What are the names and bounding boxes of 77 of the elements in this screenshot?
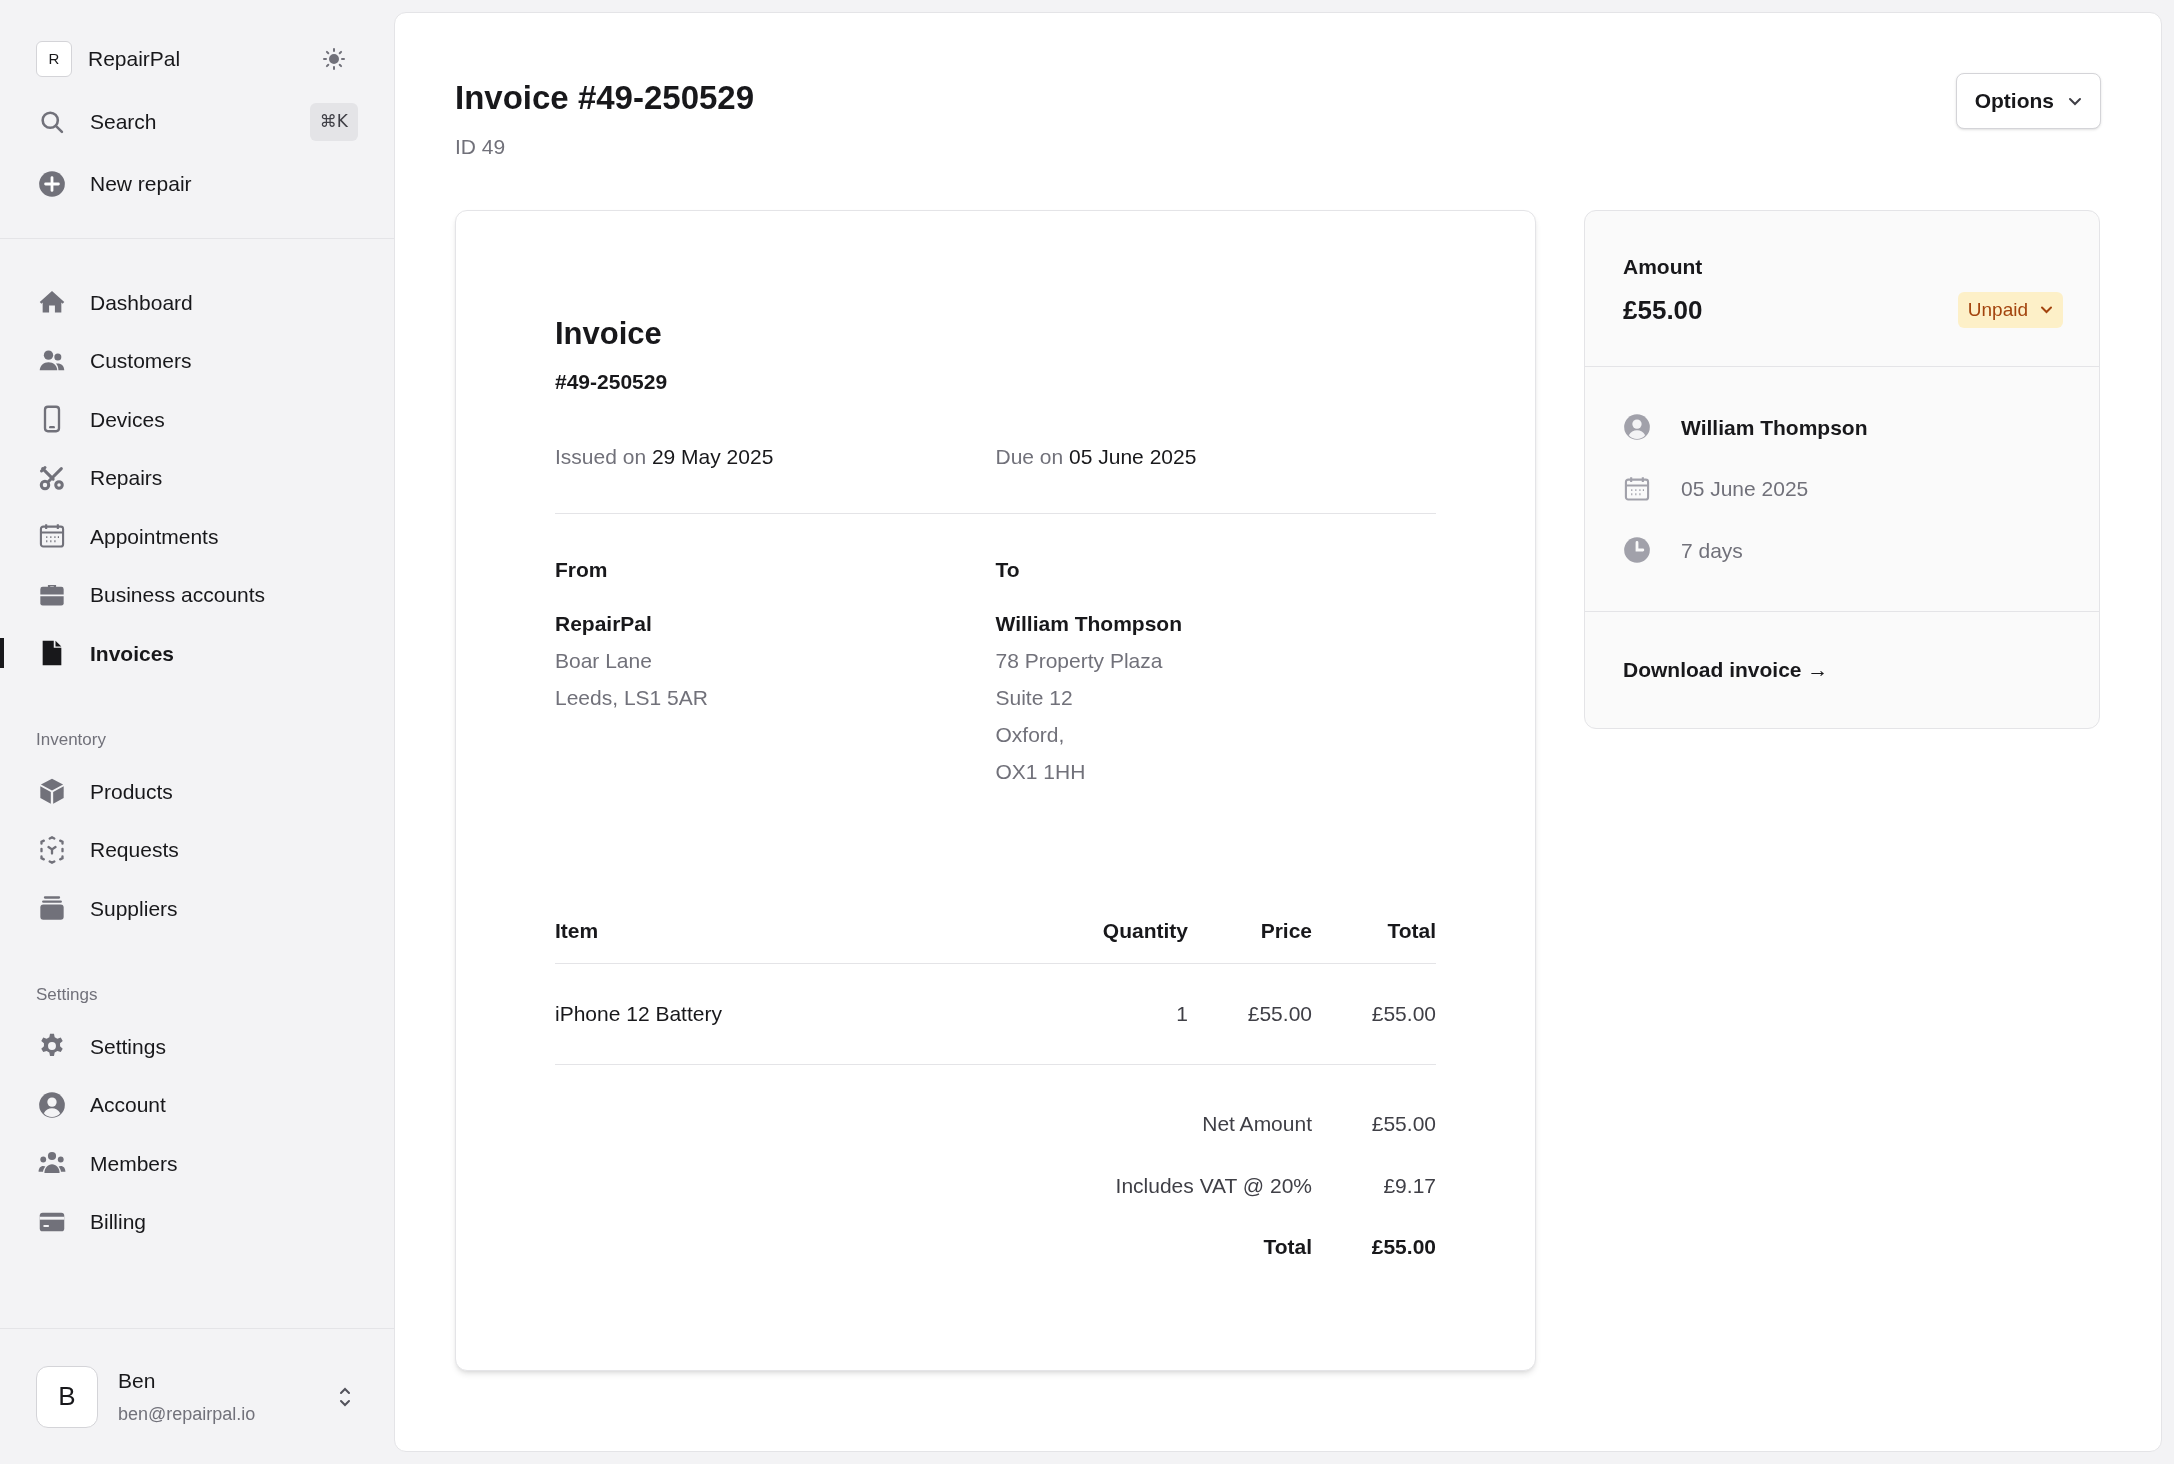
total-value: £55.00 [1370,1234,1436,1260]
to-label: To [995,556,1021,583]
address-line: Suite 12 [995,685,1074,711]
invoice-id: ID 49 [455,133,507,160]
column-header: Item [555,917,600,944]
user-circle-icon [38,1090,66,1119]
keyboard-shortcut: ⌘K [309,103,358,141]
calendar-icon [1623,474,1651,503]
theme-toggle-icon[interactable] [322,47,346,71]
user-name: Ben [118,1368,157,1395]
total-label: Total [1263,1234,1312,1260]
amount-label: Amount [1623,254,1704,280]
sidebar-item[interactable]: Invoices [36,624,358,683]
summary-label: Includes VAT @ 20% [1115,1172,1312,1199]
sidebar-item[interactable]: Repairs [36,448,358,507]
amount-value: £55.00 [1623,293,1703,327]
new-repair-item[interactable]: New repair [36,160,358,208]
due-date: Due on 05 June 2025 [995,444,1198,470]
address-line: Leeds, LS1 5AR [555,685,709,711]
column-header: Price [1259,917,1312,944]
download-invoice-link[interactable]: Download invoice → [1623,658,1829,681]
plus-circle-icon [38,170,66,198]
chevron-up-down-icon[interactable] [338,1385,352,1408]
user-circle-icon [1623,413,1651,442]
column-header: Total [1386,917,1436,944]
sidebar-item[interactable]: Account [36,1075,358,1134]
summary-value: £55.00 [1370,1111,1436,1137]
sidebar-item[interactable]: Devices [36,390,358,449]
sidebar-item[interactable]: Members [36,1134,358,1193]
user-avatar: B [36,1365,98,1428]
invoice-heading: Invoice [555,315,663,353]
sidebar-item[interactable]: Suppliers [36,879,358,938]
customer-name: William Thompson [1681,414,1868,441]
options-button[interactable]: Options [1955,73,2101,129]
column-header: Quantity [1101,917,1188,944]
calendar-icon [38,522,66,551]
stacked-trays-icon [38,894,66,923]
sidebar-item[interactable]: Requests [36,820,358,879]
search-item[interactable]: Search ⌘K [36,98,358,146]
sidebar-item[interactable]: Products [36,762,358,821]
from-label: From [555,556,609,583]
status-badge[interactable]: Unpaid [1957,292,2063,328]
brand-logo: R [36,41,72,77]
cube-icon [38,777,66,806]
sidebar-item[interactable]: Dashboard [36,273,358,332]
chevron-down-icon [2040,306,2053,314]
sidebar-item[interactable]: Appointments [36,507,358,566]
user-email: ben@repairpal.io [118,1402,257,1426]
table-cell-text: iPhone 12 Battery [555,1001,723,1028]
page-title: Invoice #49-250529 [455,78,755,118]
address-line: Boar Lane [555,648,653,674]
issued-date: Issued on 29 May 2025 [555,444,775,470]
due-date: 05 June 2025 [1681,476,1809,502]
section-label: Settings [36,983,99,1006]
sidebar-item[interactable]: Business accounts [36,565,358,624]
summary-value: £9.17 [1382,1172,1436,1199]
address-line: 78 Property Plaza [995,648,1164,674]
active-indicator [0,638,4,668]
address-line: OX1 1HH [995,759,1087,785]
search-icon [38,108,66,136]
brand-name: RepairPal [88,46,182,73]
sidebar-item[interactable]: Settings [36,1017,358,1076]
recipient-name: William Thompson [995,611,1183,637]
summary-label: Net Amount [1202,1111,1312,1137]
sender-name: RepairPal [555,611,653,637]
address-line: Oxford, [995,722,1066,748]
table-cell-text: £55.00 [1246,1001,1312,1028]
payment-term: 7 days [1681,537,1743,564]
clock-icon [1623,536,1651,565]
table-cell-text: £55.00 [1370,1001,1436,1028]
invoice-number: #49-250529 [555,368,669,395]
section-label: Inventory [36,728,107,751]
dashed-cube-icon [38,835,66,864]
chevron-down-icon [2068,96,2082,106]
table-cell-text: 1 [1175,1001,1188,1028]
sidebar-item[interactable]: Billing [36,1192,358,1251]
sidebar-item[interactable]: Customers [36,331,358,390]
